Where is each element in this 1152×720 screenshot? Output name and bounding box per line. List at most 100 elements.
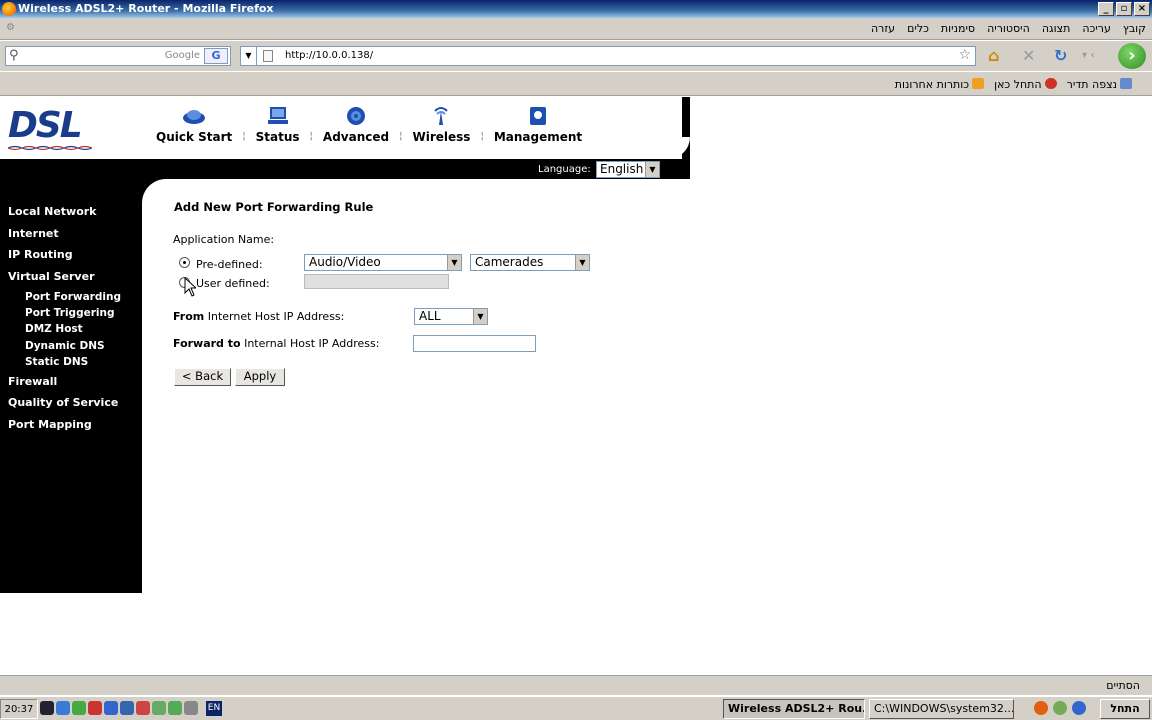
taskbar-firefox-window[interactable]: Wireless ADSL2+ Rou... <box>723 699 865 719</box>
tray-icon[interactable] <box>152 701 166 715</box>
menu-view[interactable]: תצוגה <box>1042 22 1070 35</box>
language-select[interactable]: English ▼ <box>596 161 660 178</box>
taskbar-cmd-window[interactable]: C:\WINDOWS\system32... <box>869 699 1014 719</box>
nav-quick-start[interactable]: Quick Start <box>150 105 238 144</box>
bookmark-getting-started[interactable]: התחל כאן <box>994 78 1057 91</box>
menu-bookmarks[interactable]: סימניות <box>941 22 975 35</box>
menu-bar: ⚙ קובץ עריכה תצוגה היסטוריה סימניות כלים… <box>0 18 1152 40</box>
from-rest-text: Internet Host IP Address: <box>204 310 345 323</box>
sidebar-item-firewall[interactable]: Firewall <box>8 375 121 397</box>
language-bar: Language: English ▼ <box>0 159 690 179</box>
taskbar: 20:37 EN Wireless ADSL2+ Rou... C:\WINDO… <box>0 696 1152 720</box>
start-button[interactable]: התחל <box>1100 699 1150 719</box>
sidebar-item-local-network[interactable]: Local Network <box>8 205 121 227</box>
mouse-cursor-icon <box>184 277 196 297</box>
bookmark-label: נצפה תדיר <box>1066 78 1117 91</box>
sidebar-item-port-forwarding[interactable]: Port Forwarding <box>8 291 121 307</box>
chevron-down-icon: ▼ <box>575 255 589 270</box>
router-top-navigation: Quick Start ¦ Status ¦ Advanced ¦ Wirele… <box>150 105 588 144</box>
nav-label: Advanced <box>322 130 390 144</box>
form-heading: Add New Port Forwarding Rule <box>174 200 374 214</box>
userdefined-name-input[interactable] <box>304 274 449 289</box>
tray-icon[interactable] <box>184 701 198 715</box>
search-icon: ⚲ <box>9 48 19 63</box>
nav-separator: ¦ <box>480 131 484 142</box>
tray-icon[interactable] <box>88 701 102 715</box>
nav-label: Wireless <box>412 130 471 144</box>
sidebar-item-static-dns[interactable]: Static DNS <box>8 356 121 375</box>
predefined-application-select[interactable]: Camerades ▼ <box>470 254 590 271</box>
sidebar-item-quality-of-service[interactable]: Quality of Service <box>8 396 121 418</box>
sidebar-item-internet[interactable]: Internet <box>8 227 121 249</box>
url-history-dropdown-icon[interactable]: ▼ <box>241 47 257 65</box>
search-input[interactable]: ⚲ Google G <box>5 46 231 66</box>
forward-ip-input[interactable] <box>413 335 536 352</box>
clock[interactable]: 20:37 <box>0 699 38 719</box>
tray-icon[interactable] <box>168 701 182 715</box>
bookmark-label: כותרות אחרונות <box>894 78 970 91</box>
sidebar-item-port-triggering[interactable]: Port Triggering <box>8 307 121 323</box>
menu-file[interactable]: קובץ <box>1123 22 1146 35</box>
application-value: Camerades <box>475 255 544 269</box>
menu-edit[interactable]: עריכה <box>1082 22 1111 35</box>
bookmark-latest-headlines[interactable]: כותרות אחרונות <box>894 78 985 91</box>
search-engine-button[interactable]: G <box>204 48 228 64</box>
tray-icon[interactable] <box>72 701 86 715</box>
bookmark-icon <box>1120 78 1132 89</box>
nav-separator: ¦ <box>309 131 313 142</box>
language-value: English <box>600 162 644 176</box>
status-icon <box>267 107 288 124</box>
url-bar[interactable]: ▼ http://10.0.0.138/ ☆ <box>240 46 976 66</box>
nav-separator: ¦ <box>399 131 403 142</box>
home-icon[interactable]: ⌂ <box>988 47 999 65</box>
maximize-button[interactable]: ▫ <box>1116 2 1132 16</box>
from-ip-select[interactable]: ALL ▼ <box>414 308 488 325</box>
tray-icon[interactable] <box>40 701 54 715</box>
forward-dropdown-icon[interactable]: ▾ ‹ <box>1082 47 1095 65</box>
firefox-bookmark-icon <box>1044 78 1057 89</box>
stop-icon[interactable]: ✕ <box>1022 47 1035 65</box>
back-page-button[interactable]: < Back <box>174 368 231 386</box>
tray-icon[interactable] <box>120 701 134 715</box>
reload-icon[interactable]: ↻ <box>1054 47 1067 65</box>
from-ip-label: From Internet Host IP Address: <box>173 310 344 323</box>
firefox-icon <box>2 2 16 16</box>
predefined-radio[interactable] <box>179 257 190 268</box>
menu-help[interactable]: עזרה <box>871 22 895 35</box>
back-button[interactable]: › <box>1118 43 1146 69</box>
bookmark-star-icon[interactable]: ☆ <box>958 47 971 63</box>
quick-start-icon <box>183 110 206 124</box>
ie-quicklaunch-icon[interactable] <box>1072 701 1086 715</box>
chevron-down-icon: ▼ <box>645 162 659 177</box>
language-indicator[interactable]: EN <box>206 701 222 716</box>
predefined-category-select[interactable]: Audio/Video ▼ <box>304 254 462 271</box>
wireless-icon <box>434 107 449 125</box>
apply-button[interactable]: Apply <box>235 368 285 386</box>
close-button[interactable]: × <box>1134 2 1150 16</box>
nav-advanced[interactable]: Advanced <box>317 105 395 144</box>
tray-icon[interactable] <box>56 701 70 715</box>
url-text[interactable]: http://10.0.0.138/ <box>285 50 373 61</box>
chevron-down-icon: ▼ <box>447 255 461 270</box>
menu-tools[interactable]: כלים <box>907 22 929 35</box>
sidebar-item-dynamic-dns[interactable]: Dynamic DNS <box>8 340 121 356</box>
sidebar-item-ip-routing[interactable]: IP Routing <box>8 248 121 270</box>
application-name-label: Application Name: <box>173 233 275 246</box>
sidebar-item-port-mapping[interactable]: Port Mapping <box>8 418 121 440</box>
firefox-quicklaunch-icon[interactable] <box>1034 701 1048 715</box>
nav-label: Quick Start <box>156 130 233 144</box>
nav-status[interactable]: Status <box>250 105 306 144</box>
userdefined-label: User defined: <box>196 277 270 290</box>
tray-icon[interactable] <box>104 701 118 715</box>
nav-wireless[interactable]: Wireless <box>406 105 476 144</box>
bookmark-most-visited[interactable]: נצפה תדיר <box>1067 78 1132 91</box>
minimize-button[interactable]: _ <box>1098 2 1114 16</box>
menu-history[interactable]: היסטוריה <box>987 22 1030 35</box>
bookmarks-toolbar: נצפה תדיר התחל כאן כותרות אחרונות <box>0 72 1152 96</box>
nav-management[interactable]: Management <box>488 105 588 144</box>
quicklaunch-icon[interactable] <box>1053 701 1067 715</box>
status-text: הסתיים <box>1106 679 1140 692</box>
tray-icon[interactable] <box>136 701 150 715</box>
sidebar-item-dmz-host[interactable]: DMZ Host <box>8 323 121 339</box>
sidebar-item-virtual-server[interactable]: Virtual Server <box>8 270 121 292</box>
